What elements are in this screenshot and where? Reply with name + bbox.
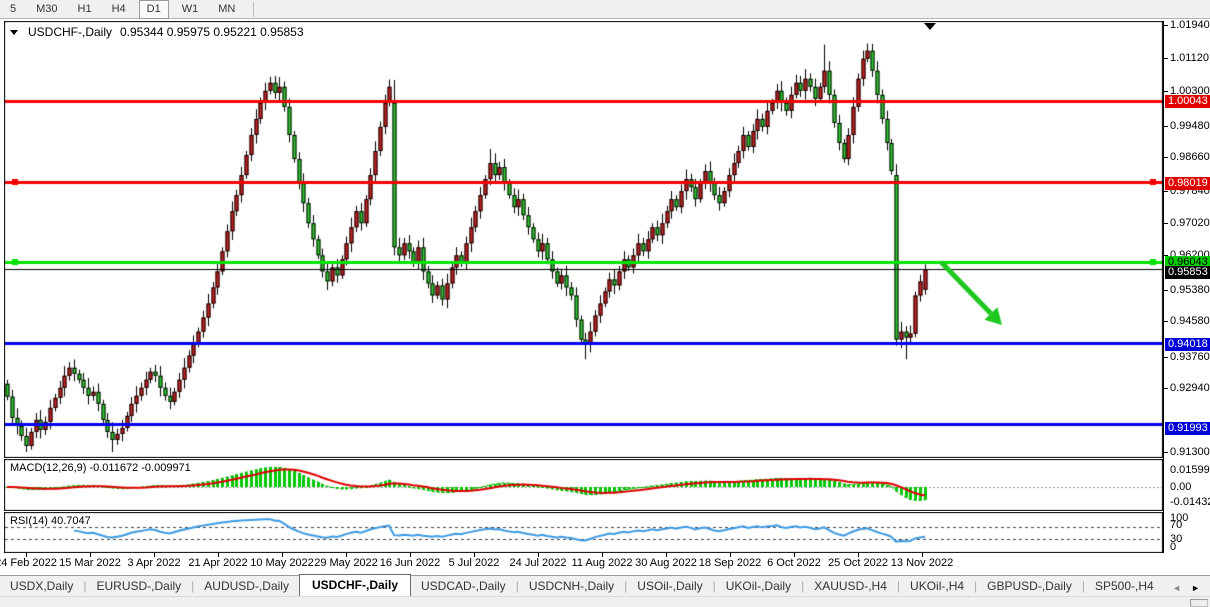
resize-grip[interactable] bbox=[1190, 599, 1208, 607]
date-axis-label: 10 May 2022 bbox=[250, 557, 314, 569]
price-axis-tick bbox=[1164, 91, 1168, 92]
price-axis-tick bbox=[1164, 388, 1168, 389]
indicator-axis-label: -0.014321 bbox=[1170, 496, 1210, 508]
symbol-dropdown-icon[interactable] bbox=[10, 30, 18, 35]
date-axis-label: 18 Sep 2022 bbox=[699, 557, 761, 569]
date-axis-label: 5 Jul 2022 bbox=[449, 557, 500, 569]
tab-scroll-right-icon[interactable]: ► bbox=[1191, 583, 1200, 593]
price-axis-label: 0.94580 bbox=[1170, 315, 1210, 327]
chart-tab-usdcnh-daily[interactable]: USDCNH-,Daily bbox=[519, 577, 624, 596]
price-axis-tick bbox=[1164, 126, 1168, 127]
timeframe-button-m30[interactable]: M30 bbox=[29, 1, 64, 18]
date-axis-label: 16 Jun 2022 bbox=[380, 557, 441, 569]
price-level-badge: 0.95853 bbox=[1165, 266, 1210, 279]
chart-tab-xauusd-h4[interactable]: XAUUSD-,H4 bbox=[804, 577, 897, 596]
chart-ohlc-values: 0.95344 0.95975 0.95221 0.95853 bbox=[120, 25, 304, 39]
price-axis-label: 0.97020 bbox=[1170, 217, 1210, 229]
chart-tab-ukoil-h4[interactable]: UKOil-,H4 bbox=[900, 577, 974, 596]
trading-terminal-window: 5 M30 H1 H4 D1 W1 MN USDCHF-,Daily 0.95344 0.9… bbox=[0, 0, 1210, 607]
macd-indicator-label: MACD(12,26,9) -0.011672 -0.009971 bbox=[10, 462, 191, 474]
date-axis-label: 11 Aug 2022 bbox=[572, 557, 633, 569]
chart-tab-usoil-daily[interactable]: USOil-,Daily bbox=[627, 577, 712, 596]
indicator-axis-label: 70 bbox=[1170, 519, 1182, 531]
timeframe-button-h1[interactable]: H1 bbox=[71, 1, 99, 18]
price-axis-tick bbox=[1164, 191, 1168, 192]
price-level-badge: 0.91993 bbox=[1165, 422, 1210, 435]
timeframe-button-mn[interactable]: MN bbox=[211, 1, 242, 18]
timeframe-button-w1[interactable]: W1 bbox=[175, 1, 206, 18]
price-axis-label: 0.92940 bbox=[1170, 382, 1210, 394]
price-axis-label: 0.93760 bbox=[1170, 351, 1210, 363]
date-axis-label: 13 Nov 2022 bbox=[891, 557, 953, 569]
chart-tab-ukoil-daily[interactable]: UKOil-,Daily bbox=[716, 577, 801, 596]
price-axis-label: 1.01940 bbox=[1170, 19, 1210, 31]
price-level-badge: 0.98019 bbox=[1165, 177, 1210, 190]
indicator-axis-label: 0 bbox=[1170, 541, 1176, 553]
date-axis-label: 25 Oct 2022 bbox=[828, 557, 888, 569]
price-axis-label: 0.98660 bbox=[1170, 151, 1210, 163]
toolbar-separator bbox=[253, 2, 254, 17]
price-axis-tick bbox=[1164, 321, 1168, 322]
date-axis-label: 29 May 2022 bbox=[314, 557, 378, 569]
chart-tab-audusd-daily[interactable]: AUDUSD-,Daily bbox=[194, 577, 299, 596]
timeframe-toolbar: 5 M30 H1 H4 D1 W1 MN bbox=[0, 0, 1210, 19]
chart-tab-usdchf-daily[interactable]: USDCHF-,Daily bbox=[299, 574, 411, 596]
chart-tab-sp500-h4[interactable]: SP500-,H4 bbox=[1085, 577, 1164, 596]
chart-window: USDCHF-,Daily 0.95344 0.95975 0.95221 0.… bbox=[0, 19, 1210, 575]
chart-shift-marker-icon[interactable] bbox=[924, 23, 936, 30]
price-axis-tick bbox=[1164, 223, 1168, 224]
indicator-axis-label: 0.00 bbox=[1170, 481, 1191, 493]
price-axis-tick bbox=[1164, 58, 1168, 59]
price-axis-label: 0.99480 bbox=[1170, 120, 1210, 132]
timeframe-button-d1[interactable]: D1 bbox=[139, 0, 169, 19]
chart-tab-usdcad-daily[interactable]: USDCAD-,Daily bbox=[411, 577, 516, 596]
chart-tab-usdx-daily[interactable]: USDX,Daily bbox=[0, 577, 83, 596]
tab-scroll-arrows: ◄► bbox=[1168, 583, 1210, 596]
date-axis-label: 6 Oct 2022 bbox=[767, 557, 821, 569]
date-axis-label: 24 Jul 2022 bbox=[510, 557, 567, 569]
price-axis-label: 0.95380 bbox=[1170, 284, 1210, 296]
timeframe-button-5[interactable]: 5 bbox=[3, 1, 23, 18]
candlestick-chart-canvas[interactable] bbox=[4, 21, 1163, 458]
price-level-badge: 0.94018 bbox=[1165, 338, 1210, 351]
price-axis-tick bbox=[1164, 357, 1168, 358]
status-bar bbox=[0, 596, 1210, 607]
price-level-badge: 1.00043 bbox=[1165, 95, 1210, 108]
timeframe-button-h4[interactable]: H4 bbox=[105, 1, 133, 18]
date-axis-label: 15 Mar 2022 bbox=[59, 557, 121, 569]
chart-title: USDCHF-,Daily 0.95344 0.95975 0.95221 0.… bbox=[10, 25, 304, 39]
tab-scroll-left-icon[interactable]: ◄ bbox=[1172, 583, 1181, 593]
rsi-panel-canvas[interactable] bbox=[4, 512, 1163, 553]
chart-symbol-period: USDCHF-,Daily bbox=[28, 25, 112, 39]
chart-tab-eurusd-daily[interactable]: EURUSD-,Daily bbox=[86, 577, 191, 596]
date-axis-label: 21 Apr 2022 bbox=[188, 557, 247, 569]
price-axis-tick bbox=[1164, 157, 1168, 158]
indicator-axis-label: 0.01599 bbox=[1170, 464, 1210, 476]
date-axis-label: 3 Apr 2022 bbox=[127, 557, 180, 569]
time-axis[interactable]: 24 Feb 202215 Mar 20223 Apr 202221 Apr 2… bbox=[4, 553, 1163, 573]
date-axis-label: 30 Aug 2022 bbox=[635, 557, 697, 569]
price-axis-tick bbox=[1164, 290, 1168, 291]
price-axis-tick bbox=[1164, 25, 1168, 26]
price-axis-label: 1.01120 bbox=[1170, 52, 1209, 64]
rsi-indicator-label: RSI(14) 40.7047 bbox=[10, 515, 91, 527]
price-axis[interactable]: 1.019401.011201.003000.994800.986600.978… bbox=[1163, 21, 1210, 553]
price-axis-tick bbox=[1164, 452, 1168, 453]
date-axis-label: 24 Feb 2022 bbox=[0, 557, 57, 569]
chart-tab-bar: USDX,Daily|EURUSD-,Daily|AUDUSD-,DailyUS… bbox=[0, 575, 1210, 596]
chart-tab-gbpusd-daily[interactable]: GBPUSD-,Daily bbox=[977, 577, 1082, 596]
price-axis-label: 0.91300 bbox=[1170, 446, 1210, 458]
